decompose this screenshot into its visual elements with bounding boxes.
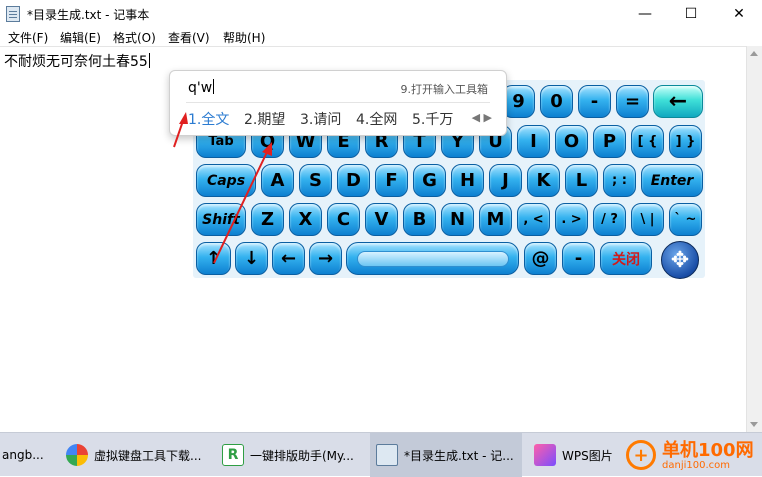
key-j[interactable]: J [489, 164, 522, 197]
scroll-down-icon[interactable] [750, 422, 758, 427]
ime-input-text: q'w [188, 80, 213, 96]
notepad-icon [6, 6, 20, 22]
key-enter[interactable]: Enter [641, 164, 703, 197]
menu-bar: 文件(F) 编辑(E) 格式(O) 查看(V) 帮助(H) [0, 28, 762, 46]
key-k[interactable]: K [527, 164, 560, 197]
ime-candidate-2[interactable]: 2.期望 [244, 109, 285, 129]
key-bracket-right[interactable]: ] } [669, 125, 702, 158]
close-keyboard-button[interactable]: 关闭 [600, 242, 652, 275]
ime-candidate-window: q'w 9.打开输入工具箱 1.全文 2.期望 3.请问 4.全网 5.千万 ◀… [169, 70, 507, 136]
title-bar: *目录生成.txt - 记事本 — ☐ ✕ [0, 0, 762, 28]
key-arrow-down[interactable]: ↓ [235, 242, 268, 275]
key-period[interactable]: . > [555, 203, 588, 236]
key-arrow-left[interactable]: ← [272, 242, 305, 275]
key-m[interactable]: M [479, 203, 512, 236]
space-bar-icon [356, 250, 509, 267]
key-p[interactable]: P [593, 125, 626, 158]
watermark-logo-icon: + [626, 440, 656, 470]
ime-candidate-5[interactable]: 5.千万 [412, 109, 453, 129]
taskbar-item-notepad[interactable]: *目录生成.txt - 记... [370, 433, 522, 477]
key-0[interactable]: 0 [540, 85, 573, 118]
taskbar-item-keyboard-download[interactable]: 虚拟键盘工具下载... [60, 433, 210, 477]
key-minus[interactable]: - [578, 85, 611, 118]
taskbar-item-label: angb... [2, 448, 44, 462]
key-d[interactable]: D [337, 164, 370, 197]
notepad-icon [376, 444, 398, 466]
key-b[interactable]: B [403, 203, 436, 236]
minimize-button[interactable]: — [622, 0, 668, 28]
key-backspace[interactable]: ← [653, 85, 703, 118]
key-o[interactable]: O [555, 125, 588, 158]
key-space[interactable] [346, 242, 519, 275]
taskbar-item-label: *目录生成.txt - 记... [404, 448, 514, 463]
key-l[interactable]: L [565, 164, 598, 197]
key-backtick[interactable]: ` ~ [669, 203, 702, 236]
menu-view[interactable]: 查看(V) [168, 29, 210, 46]
key-a[interactable]: A [261, 164, 294, 197]
key-g[interactable]: G [413, 164, 446, 197]
key-h[interactable]: H [451, 164, 484, 197]
key-arrow-right[interactable]: → [309, 242, 342, 275]
ime-candidate-3[interactable]: 3.请问 [300, 109, 341, 129]
key-c[interactable]: C [327, 203, 360, 236]
taskbar-item-label: 虚拟键盘工具下载... [94, 448, 202, 463]
menu-help[interactable]: 帮助(H) [223, 29, 265, 46]
vertical-scrollbar[interactable] [746, 46, 762, 432]
key-caps[interactable]: Caps [196, 164, 256, 197]
taskbar-item-typesetting[interactable]: R 一键排版助手(My... [216, 433, 366, 477]
menu-file[interactable]: 文件(F) [8, 29, 48, 46]
key-equals[interactable]: = [616, 85, 649, 118]
taskbar-item-angb[interactable]: angb... [0, 433, 58, 477]
taskbar-item-label: WPS图片 [562, 448, 613, 463]
menu-format[interactable]: 格式(O) [113, 29, 156, 46]
key-slash[interactable]: / ? [593, 203, 626, 236]
key-arrow-up[interactable]: ↑ [196, 242, 231, 275]
taskbar-item-label: 一键排版助手(My... [250, 448, 354, 463]
key-z[interactable]: Z [251, 203, 284, 236]
key-s[interactable]: S [299, 164, 332, 197]
key-comma[interactable]: , < [517, 203, 550, 236]
taskbar-item-wps[interactable]: WPS图片 [528, 433, 624, 477]
site-watermark: + 单机100网 danji100.com [626, 436, 762, 476]
key-dash[interactable]: - [562, 242, 595, 275]
maximize-button[interactable]: ☐ [668, 0, 714, 28]
menu-edit[interactable]: 编辑(E) [60, 29, 101, 46]
ime-cursor [213, 79, 215, 94]
key-at[interactable]: @ [524, 242, 557, 275]
move-keyboard-icon[interactable]: ✥ [661, 241, 699, 279]
close-button[interactable]: ✕ [716, 0, 762, 28]
key-semicolon[interactable]: ; : [603, 164, 636, 197]
text-caret [148, 53, 150, 68]
ime-candidate-1[interactable]: 1.全文 [188, 109, 229, 129]
ime-divider [186, 102, 490, 103]
key-x[interactable]: X [289, 203, 322, 236]
ime-toolbox-link[interactable]: 9.打开输入工具箱 [401, 81, 489, 97]
window-title: *目录生成.txt - 记事本 [27, 8, 150, 22]
key-v[interactable]: V [365, 203, 398, 236]
typesetting-app-icon: R [222, 444, 244, 466]
browser-icon [66, 444, 88, 466]
key-bracket-left[interactable]: [ { [631, 125, 664, 158]
ime-candidate-4[interactable]: 4.全网 [356, 109, 397, 129]
key-i[interactable]: I [517, 125, 550, 158]
key-n[interactable]: N [441, 203, 474, 236]
wps-picture-icon [534, 444, 556, 466]
scroll-up-icon[interactable] [750, 51, 758, 56]
watermark-url: danji100.com [662, 460, 730, 471]
editor-content: 不耐烦无可奈何土春55 [4, 54, 148, 70]
watermark-title: 单机100网 [662, 440, 754, 461]
key-backslash[interactable]: \ | [631, 203, 664, 236]
key-shift[interactable]: Shift [196, 203, 246, 236]
key-f[interactable]: F [375, 164, 408, 197]
ime-page-arrows-icon[interactable]: ◀ ▶ [472, 111, 492, 124]
